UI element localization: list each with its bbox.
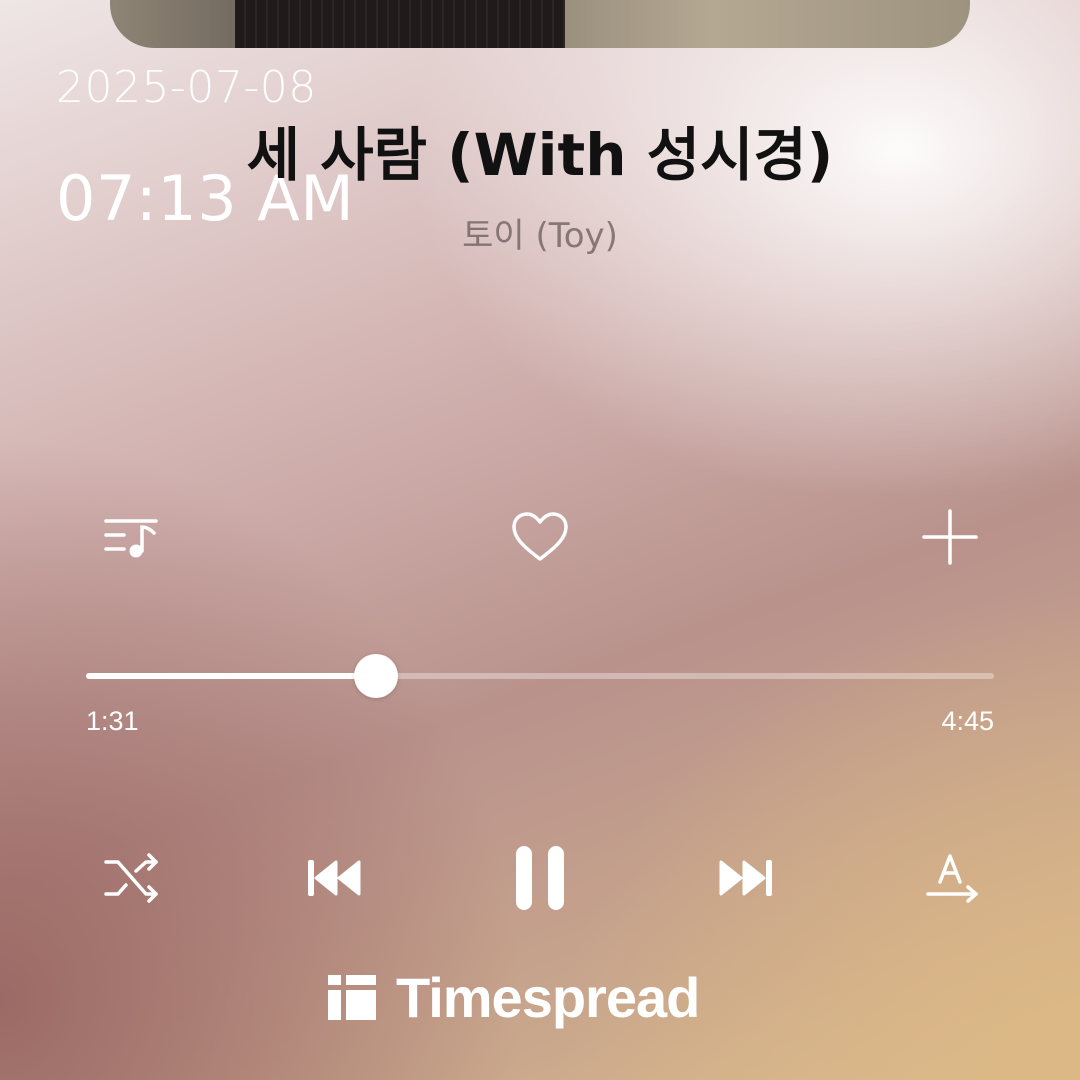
playlist-music-icon[interactable]	[100, 505, 164, 569]
progress-fill	[86, 673, 376, 679]
next-track-icon[interactable]	[714, 838, 778, 918]
shuffle-icon[interactable]	[100, 838, 164, 918]
brand-name: Timespread	[396, 965, 700, 1029]
pause-icon[interactable]	[508, 838, 572, 918]
total-duration: 4:45	[941, 706, 994, 736]
status-date: 2025-07-08	[56, 62, 317, 113]
translate-lyrics-icon[interactable]	[920, 838, 984, 918]
brand-watermark: Timespread	[328, 965, 700, 1029]
elapsed-time: 1:31	[86, 706, 139, 736]
album-art	[110, 0, 970, 48]
previous-track-icon[interactable]	[302, 838, 366, 918]
progress-thumb[interactable]	[353, 654, 398, 698]
artist-name[interactable]: 토이 (Toy)	[0, 208, 1080, 257]
plus-icon[interactable]	[918, 505, 982, 569]
song-title: 세 사람 (With 성시경)	[246, 121, 834, 189]
progress-slider[interactable]	[86, 654, 994, 698]
timespread-logo-icon	[328, 975, 376, 1020]
album-art-figure	[235, 0, 565, 48]
heart-icon[interactable]	[508, 505, 572, 569]
